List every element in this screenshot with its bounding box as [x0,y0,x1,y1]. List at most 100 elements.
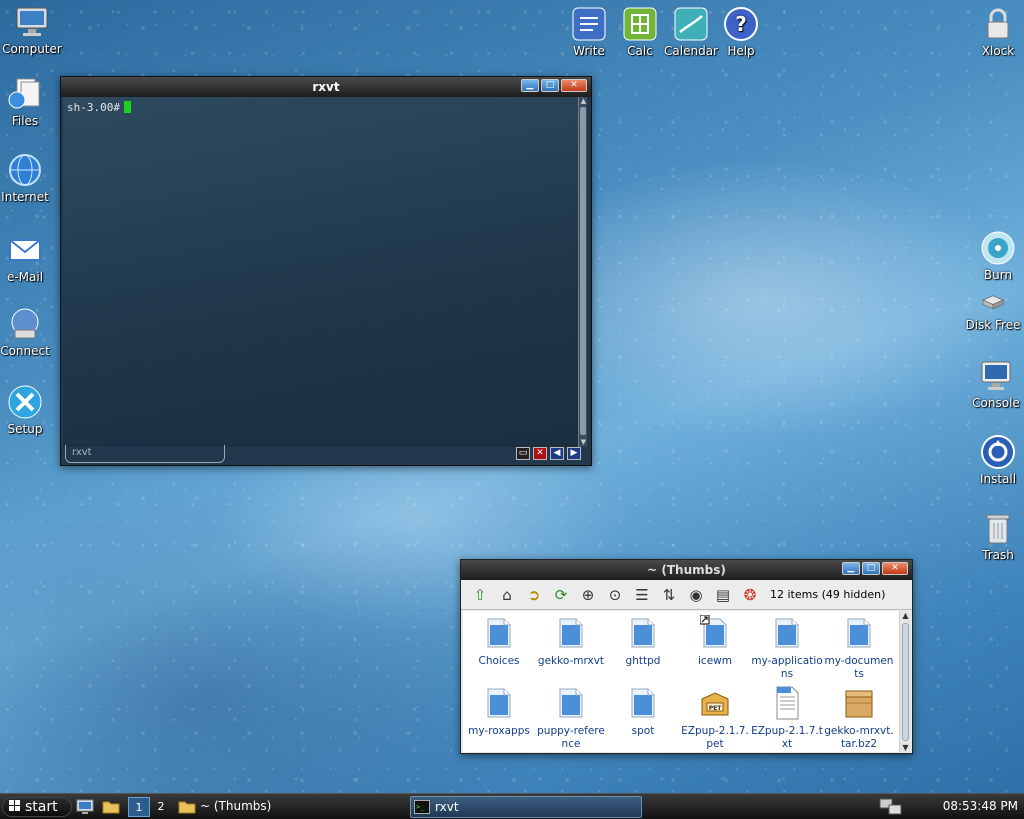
file-manager-window[interactable]: ~ (Thumbs) ▁ □ ✕ ⇧ ⌂ ➲ ⟳ ⊕ ⊙ ☰ ⇅ ◉ ▤ ❂ 1… [460,559,913,754]
shell-prompt: sh-3.00# [67,101,120,114]
files-icon [8,78,40,109]
folder-icon [559,618,583,648]
folder-icon [631,688,655,718]
file-item[interactable]: my-documents [823,615,895,681]
file-name: ghttpd [625,655,661,667]
file-item[interactable]: gekko-mrxvt [535,615,607,668]
maximize-button[interactable]: □ [862,562,880,575]
workspace-2[interactable]: 2 [150,797,172,817]
scroll-down-arrow-icon[interactable]: ▼ [900,743,911,752]
maximize-button[interactable]: □ [541,79,559,92]
terminal-scrollbar[interactable]: ▲ ▼ [578,97,587,447]
task-rxvt[interactable]: >_ rxvt [410,796,642,818]
sort-icon[interactable]: ⇅ [658,584,680,606]
terminal-area[interactable]: sh-3.00# [63,97,579,447]
refresh-icon[interactable]: ⟳ [550,584,572,606]
close-button[interactable]: ✕ [882,562,908,575]
folder-icon [487,688,511,718]
folder-icon [847,618,871,648]
file-list-scrollbar[interactable]: ▲ ▼ [899,611,910,752]
file-manager-titlebar[interactable]: ~ (Thumbs) ▁ □ ✕ [461,560,912,580]
folder-link-icon [700,615,727,648]
desktop-icon-computer[interactable]: Computer [0,4,68,56]
file-item[interactable]: PET EZpup-2.1.7.pet [679,685,751,751]
scrollbar-thumb[interactable] [902,623,909,741]
file-name: Choices [478,655,520,667]
file-item[interactable]: Choices [463,615,535,668]
next-tab-icon[interactable]: ▶ [567,447,581,460]
go-icon[interactable]: ➲ [523,584,545,606]
desktop-icon-connect[interactable]: Connect [0,306,61,358]
list-view-icon[interactable]: ☰ [631,584,653,606]
desktop-icon-console[interactable]: Console [960,358,1024,410]
desktop-icon-help[interactable]: ? Help [705,6,777,58]
item-count: 12 items (49 hidden) [770,588,886,601]
file-item[interactable]: EZpup-2.1.7.txt [751,685,823,751]
file-name: my-roxapps [468,725,530,737]
write-icon [572,7,606,41]
desktop-icon-disk-free[interactable]: Disk Free [957,290,1024,332]
start-button[interactable]: start [2,797,72,817]
scroll-up-arrow-icon[interactable]: ▲ [900,611,911,620]
rxvt-titlebar[interactable]: rxvt ▁ □ ✕ [61,77,591,97]
disk-icon [981,295,1005,310]
calc-icon [623,7,657,41]
desktop-icon-burn[interactable]: Burn [962,230,1024,282]
globe-icon [9,154,41,186]
monitor-icon [981,361,1011,390]
minimize-button[interactable]: ▁ [842,562,860,575]
show-hidden-eye-icon[interactable]: ◉ [685,584,707,606]
minimize-button[interactable]: ▁ [521,79,539,92]
close-tab-icon[interactable]: ✕ [533,447,547,460]
file-item[interactable]: ghttpd [607,615,679,668]
desktop-icon-internet[interactable]: Internet [0,152,61,204]
terminal-tab[interactable]: rxvt [65,445,225,463]
desktop-icon-setup[interactable]: Setup [0,384,61,436]
archive-icon [845,690,873,718]
lock-icon [987,8,1009,39]
folder-icon [775,618,799,648]
up-arrow-icon[interactable]: ⇧ [469,584,491,606]
install-icon [981,435,1015,469]
desktop-icon-email[interactable]: e-Mail [0,232,61,284]
details-icon[interactable]: ▤ [712,584,734,606]
help-icon: ? [724,7,758,41]
file-item[interactable]: gekko-mrxvt.tar.bz2 [823,685,895,751]
zoom-fit-icon[interactable]: ⊙ [604,584,626,606]
file-name: puppy-reference [537,725,605,750]
close-button[interactable]: ✕ [561,79,587,92]
file-item[interactable]: icewm [679,615,751,668]
zoom-in-icon[interactable]: ⊕ [577,584,599,606]
prev-tab-icon[interactable]: ◀ [550,447,564,460]
desktop-icon-trash[interactable]: Trash [962,510,1024,562]
network-tray-icon[interactable] [878,797,904,817]
show-desktop-icon[interactable] [76,798,94,815]
desktop-icon-files[interactable]: Files [0,76,61,128]
desktop-icon-install[interactable]: Install [962,434,1024,486]
new-tab-icon[interactable]: ▭ [516,447,530,460]
file-item[interactable]: my-applications [751,615,823,681]
help-lifebuoy-icon[interactable]: ❂ [739,584,761,606]
task-thumbs[interactable]: ~ (Thumbs) [176,796,376,818]
file-name: spot [631,725,655,737]
scroll-up-arrow-icon[interactable]: ▲ [579,97,588,106]
file-list[interactable]: Choices gekko-mrxvt ghttpd icewm my-applicat… [463,611,899,752]
file-name: my-applications [751,655,823,680]
file-item[interactable]: spot [607,685,679,738]
svg-text:PET: PET [709,705,722,712]
rxvt-window[interactable]: rxvt ▁ □ ✕ sh-3.00# ▲ ▼ rxvt ▭ ✕ ◀ ▶ [60,76,592,466]
start-flag-icon [9,800,20,811]
file-manager-toolbar: ⇧ ⌂ ➲ ⟳ ⊕ ⊙ ☰ ⇅ ◉ ▤ ❂ 12 items (49 hidde… [461,580,912,610]
scrollbar-thumb[interactable] [580,107,586,435]
svg-text:>_: >_ [416,803,425,811]
trash-icon [986,514,1010,544]
folder-icon[interactable] [102,798,120,815]
workspace-1[interactable]: 1 [128,797,150,817]
desktop-icon-xlock[interactable]: Xlock [962,6,1024,58]
file-item[interactable]: puppy-reference [535,685,607,751]
file-name: my-documents [824,655,894,680]
calendar-icon [674,7,708,41]
computer-icon [16,7,48,36]
home-icon[interactable]: ⌂ [496,584,518,606]
file-item[interactable]: my-roxapps [463,685,535,738]
